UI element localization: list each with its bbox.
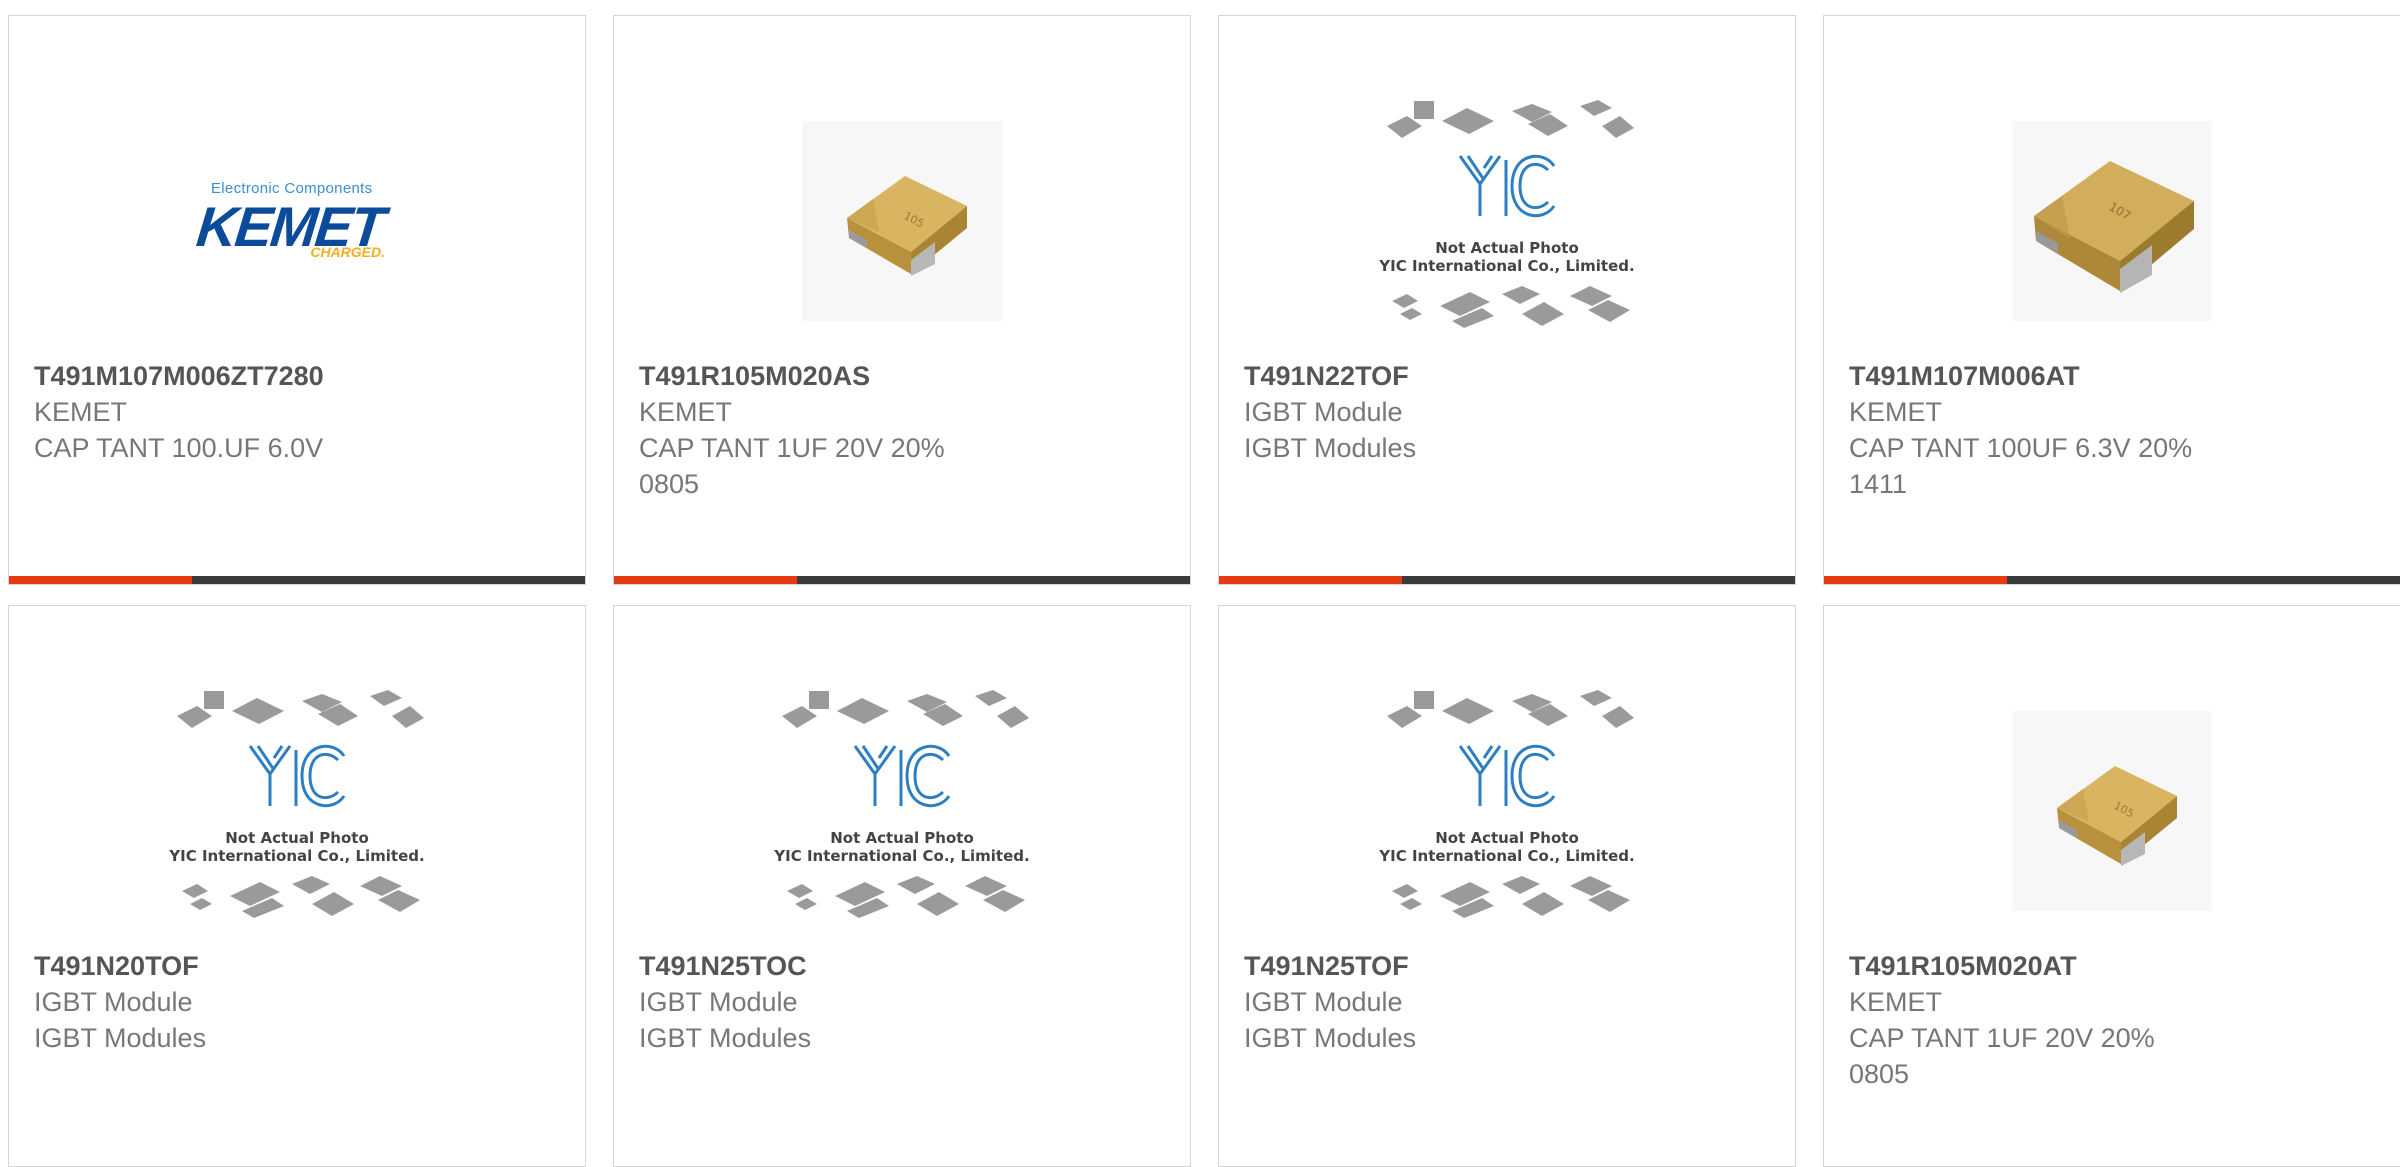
product-grid: Electronic Components KEMET CHARGED. T49…	[8, 15, 2400, 585]
manufacturer: KEMET	[34, 397, 128, 427]
kemet-logo-subline: CHARGED.	[310, 244, 385, 260]
product-image[interactable]: 107	[1824, 96, 2400, 346]
product-image[interactable]: 105	[1824, 686, 2400, 936]
manufacturer: KEMET	[1849, 987, 1943, 1017]
description: IGBT Modules	[34, 1023, 207, 1053]
placeholder-line1: Not Actual Photo	[830, 829, 974, 847]
yic-placeholder-icon	[177, 690, 424, 918]
product-card[interactable]: 105 T491R105M020AS KEMET CAP TANT 1UF 20…	[613, 15, 1191, 585]
manufacturer: IGBT Module	[639, 987, 798, 1017]
placeholder-line2: YIC International Co., Limited.	[1379, 257, 1635, 275]
manufacturer: KEMET	[639, 397, 733, 427]
yic-placeholder-image: Not Actual Photo YIC International Co., …	[767, 686, 1037, 936]
product-info: T491N20TOF IGBT Module IGBT Modules	[34, 948, 560, 1056]
placeholder-caption: Not Actual Photo YIC International Co., …	[162, 829, 432, 865]
part-number-link[interactable]: T491N25TOF	[1244, 948, 1770, 984]
product-info: T491M107M006ZT7280 KEMET CAP TANT 100.UF…	[34, 358, 560, 466]
description: CAP TANT 1UF 20V 20% 0805	[1849, 1023, 2155, 1089]
capacitor-chip-icon: 105	[847, 176, 967, 276]
product-image[interactable]: Not Actual Photo YIC International Co., …	[9, 686, 585, 936]
card-accent-bar	[1219, 576, 1402, 584]
placeholder-line1: Not Actual Photo	[1435, 239, 1579, 257]
tantalum-chip-image: 107	[2012, 121, 2212, 321]
product-card[interactable]: Not Actual Photo YIC International Co., …	[613, 605, 1191, 1167]
product-card[interactable]: 107 T491M107M006AT KEMET CAP TANT 100UF …	[1823, 15, 2400, 585]
yic-placeholder-image: Not Actual Photo YIC International Co., …	[162, 686, 432, 936]
card-bottom-bar	[614, 576, 1190, 584]
product-info: T491N22TOF IGBT Module IGBT Modules	[1244, 358, 1770, 466]
description: CAP TANT 1UF 20V 20% 0805	[639, 433, 945, 499]
placeholder-line2: YIC International Co., Limited.	[1379, 847, 1635, 865]
part-number-link[interactable]: T491M107M006AT	[1849, 358, 2375, 394]
placeholder-line1: Not Actual Photo	[1435, 829, 1579, 847]
part-number-link[interactable]: T491N20TOF	[34, 948, 560, 984]
placeholder-line1: Not Actual Photo	[225, 829, 369, 847]
product-card[interactable]: 105 T491R105M020AT KEMET CAP TANT 1UF 20…	[1823, 605, 2400, 1167]
part-number-link[interactable]: T491N22TOF	[1244, 358, 1770, 394]
product-card[interactable]: Not Actual Photo YIC International Co., …	[1218, 605, 1796, 1167]
card-accent-bar	[9, 576, 192, 584]
placeholder-caption: Not Actual Photo YIC International Co., …	[767, 829, 1037, 865]
product-image[interactable]: Not Actual Photo YIC International Co., …	[1219, 96, 1795, 346]
description: IGBT Modules	[1244, 1023, 1417, 1053]
description: IGBT Modules	[1244, 433, 1417, 463]
part-number-link[interactable]: T491M107M006ZT7280	[34, 358, 560, 394]
card-bottom-bar	[1219, 576, 1795, 584]
product-info: T491N25TOF IGBT Module IGBT Modules	[1244, 948, 1770, 1056]
product-image[interactable]: 105	[614, 96, 1190, 346]
placeholder-caption: Not Actual Photo YIC International Co., …	[1372, 829, 1642, 865]
description: CAP TANT 100.UF 6.0V	[34, 433, 324, 463]
tantalum-chip-image: 105	[2012, 711, 2212, 911]
card-bottom-bar	[9, 576, 585, 584]
product-info: T491R105M020AT KEMET CAP TANT 1UF 20V 20…	[1849, 948, 2375, 1092]
kemet-logo: Electronic Components KEMET CHARGED.	[194, 176, 397, 266]
capacitor-chip-icon: 105	[2057, 766, 2177, 866]
yic-placeholder-image: Not Actual Photo YIC International Co., …	[1372, 96, 1642, 346]
manufacturer: IGBT Module	[1244, 987, 1403, 1017]
yic-placeholder-icon	[1387, 100, 1634, 328]
product-card[interactable]: Electronic Components KEMET CHARGED. T49…	[8, 15, 586, 585]
placeholder-line2: YIC International Co., Limited.	[169, 847, 425, 865]
yic-placeholder-image: Not Actual Photo YIC International Co., …	[1372, 686, 1642, 936]
part-number-link[interactable]: T491R105M020AS	[639, 358, 1165, 394]
product-image[interactable]: Not Actual Photo YIC International Co., …	[614, 686, 1190, 936]
manufacturer: IGBT Module	[34, 987, 193, 1017]
capacitor-chip-icon: 107	[2034, 161, 2194, 293]
part-number-link[interactable]: T491N25TOC	[639, 948, 1165, 984]
placeholder-caption: Not Actual Photo YIC International Co., …	[1372, 239, 1642, 275]
product-card[interactable]: Not Actual Photo YIC International Co., …	[8, 605, 586, 1167]
manufacturer: KEMET	[1849, 397, 1943, 427]
product-image[interactable]: Electronic Components KEMET CHARGED.	[9, 96, 585, 346]
card-bottom-bar	[1824, 576, 2400, 584]
card-accent-bar	[614, 576, 797, 584]
yic-placeholder-icon	[1387, 690, 1634, 918]
description: IGBT Modules	[639, 1023, 812, 1053]
yic-placeholder-icon	[782, 690, 1029, 918]
tantalum-chip-image: 105	[802, 121, 1002, 321]
product-info: T491M107M006AT KEMET CAP TANT 100UF 6.3V…	[1849, 358, 2375, 502]
product-card[interactable]: Not Actual Photo YIC International Co., …	[1218, 15, 1796, 585]
placeholder-line2: YIC International Co., Limited.	[774, 847, 1030, 865]
description: CAP TANT 100UF 6.3V 20% 1411	[1849, 433, 2193, 499]
product-image[interactable]: Not Actual Photo YIC International Co., …	[1219, 686, 1795, 936]
manufacturer: IGBT Module	[1244, 397, 1403, 427]
part-number-link[interactable]: T491R105M020AT	[1849, 948, 2375, 984]
product-grid-row-2: Not Actual Photo YIC International Co., …	[8, 605, 2400, 1167]
product-info: T491N25TOC IGBT Module IGBT Modules	[639, 948, 1165, 1056]
product-info: T491R105M020AS KEMET CAP TANT 1UF 20V 20…	[639, 358, 1165, 502]
card-accent-bar	[1824, 576, 2007, 584]
